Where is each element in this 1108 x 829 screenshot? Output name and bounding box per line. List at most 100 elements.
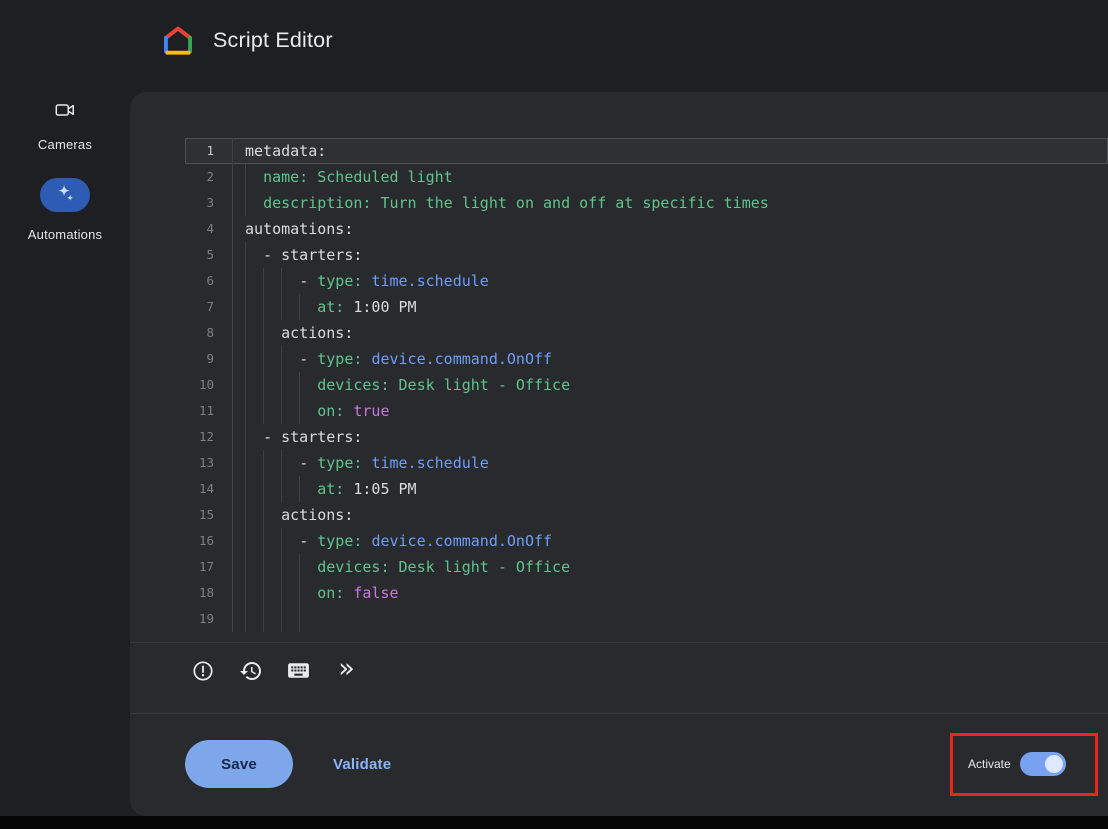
code-text: - type: time.schedule <box>233 450 1108 476</box>
sidebar-item-automations[interactable]: Automations <box>0 178 130 242</box>
line-number: 5 <box>185 242 233 268</box>
code-line[interactable]: 10 devices: Desk light - Office <box>185 372 1108 398</box>
sidebar-item-label: Automations <box>28 227 102 242</box>
indent-guide <box>299 294 300 320</box>
video-camera-icon <box>53 98 77 122</box>
code-line[interactable]: 2 name: Scheduled light <box>185 164 1108 190</box>
indent-guide <box>263 450 264 476</box>
code-line[interactable]: 13 - type: time.schedule <box>185 450 1108 476</box>
code-line[interactable]: 11 on: true <box>185 398 1108 424</box>
activate-control: Activate <box>968 752 1066 776</box>
line-number: 14 <box>185 476 233 502</box>
line-number: 2 <box>185 164 233 190</box>
indent-guide <box>281 398 282 424</box>
indent-guide <box>245 242 246 268</box>
indent-guide <box>245 476 246 502</box>
indent-guide <box>245 606 246 632</box>
indent-guide <box>281 528 282 554</box>
validate-button[interactable]: Validate <box>327 740 397 788</box>
code-line[interactable]: 15 actions: <box>185 502 1108 528</box>
line-number: 3 <box>185 190 233 216</box>
sparkle-icon <box>54 182 76 209</box>
code-line[interactable]: 19 <box>185 606 1108 632</box>
line-number: 17 <box>185 554 233 580</box>
code-line[interactable]: 17 devices: Desk light - Office <box>185 554 1108 580</box>
bottom-bar <box>0 816 1108 829</box>
code-line[interactable]: 8 actions: <box>185 320 1108 346</box>
indent-guide <box>281 554 282 580</box>
line-number: 1 <box>185 138 233 164</box>
code-line[interactable]: 16 - type: device.command.OnOff <box>185 528 1108 554</box>
line-number: 9 <box>185 346 233 372</box>
code-line[interactable]: 12 - starters: <box>185 424 1108 450</box>
indent-guide <box>281 476 282 502</box>
code-editor[interactable]: 1metadata:2 name: Scheduled light3 descr… <box>185 138 1108 632</box>
code-line[interactable]: 1metadata: <box>185 138 1108 164</box>
code-line[interactable]: 3 description: Turn the light on and off… <box>185 190 1108 216</box>
line-number: 7 <box>185 294 233 320</box>
code-line[interactable]: 18 on: false <box>185 580 1108 606</box>
code-text: - type: time.schedule <box>233 268 1108 294</box>
indent-guide <box>245 580 246 606</box>
code-line[interactable]: 14 at: 1:05 PM <box>185 476 1108 502</box>
more-tools-icon[interactable]: » <box>331 655 362 686</box>
divider <box>130 713 1108 714</box>
code-text <box>233 606 1108 632</box>
divider <box>130 642 1108 643</box>
indent-guide <box>263 554 264 580</box>
indent-guide <box>263 268 264 294</box>
code-line[interactable]: 7 at: 1:00 PM <box>185 294 1108 320</box>
indent-guide <box>245 450 246 476</box>
code-text: devices: Desk light - Office <box>233 554 1108 580</box>
code-text: on: false <box>233 580 1108 606</box>
indent-guide <box>263 294 264 320</box>
indent-guide <box>299 372 300 398</box>
save-button[interactable]: Save <box>185 740 293 788</box>
code-line[interactable]: 6 - type: time.schedule <box>185 268 1108 294</box>
code-text: - starters: <box>233 424 1108 450</box>
indent-guide <box>245 424 246 450</box>
line-number: 16 <box>185 528 233 554</box>
indent-guide <box>299 476 300 502</box>
sidebar-item-cameras[interactable]: Cameras <box>0 98 130 152</box>
google-home-logo[interactable] <box>161 24 195 58</box>
script-editor-panel: 1metadata:2 name: Scheduled light3 descr… <box>130 92 1108 816</box>
indent-guide <box>281 450 282 476</box>
indent-guide <box>281 580 282 606</box>
double-chevron-right-icon: » <box>338 655 355 682</box>
line-number: 15 <box>185 502 233 528</box>
page-title: Script Editor <box>213 28 333 53</box>
indent-guide <box>263 580 264 606</box>
line-number: 6 <box>185 268 233 294</box>
indent-guide <box>263 372 264 398</box>
code-text: on: true <box>233 398 1108 424</box>
indent-guide <box>245 502 246 528</box>
line-number: 10 <box>185 372 233 398</box>
code-text: actions: <box>233 502 1108 528</box>
code-text: - type: device.command.OnOff <box>233 528 1108 554</box>
code-line[interactable]: 4automations: <box>185 216 1108 242</box>
indent-guide <box>245 398 246 424</box>
toggle-thumb <box>1045 755 1063 773</box>
indent-guide <box>245 320 246 346</box>
line-number: 11 <box>185 398 233 424</box>
indent-guide <box>245 554 246 580</box>
sidebar-item-label: Cameras <box>38 137 92 152</box>
line-number: 13 <box>185 450 233 476</box>
line-number: 12 <box>185 424 233 450</box>
activate-toggle[interactable] <box>1020 752 1066 776</box>
line-number: 18 <box>185 580 233 606</box>
code-line[interactable]: 9 - type: device.command.OnOff <box>185 346 1108 372</box>
indent-guide <box>281 268 282 294</box>
code-line[interactable]: 5 - starters: <box>185 242 1108 268</box>
code-text: devices: Desk light - Office <box>233 372 1108 398</box>
indent-guide <box>263 320 264 346</box>
indent-guide <box>263 502 264 528</box>
code-text: description: Turn the light on and off a… <box>233 190 1108 216</box>
indent-guide <box>281 372 282 398</box>
problems-icon[interactable] <box>187 655 218 686</box>
code-text: actions: <box>233 320 1108 346</box>
history-icon[interactable] <box>235 655 266 686</box>
keyboard-icon[interactable] <box>283 655 314 686</box>
line-number: 4 <box>185 216 233 242</box>
